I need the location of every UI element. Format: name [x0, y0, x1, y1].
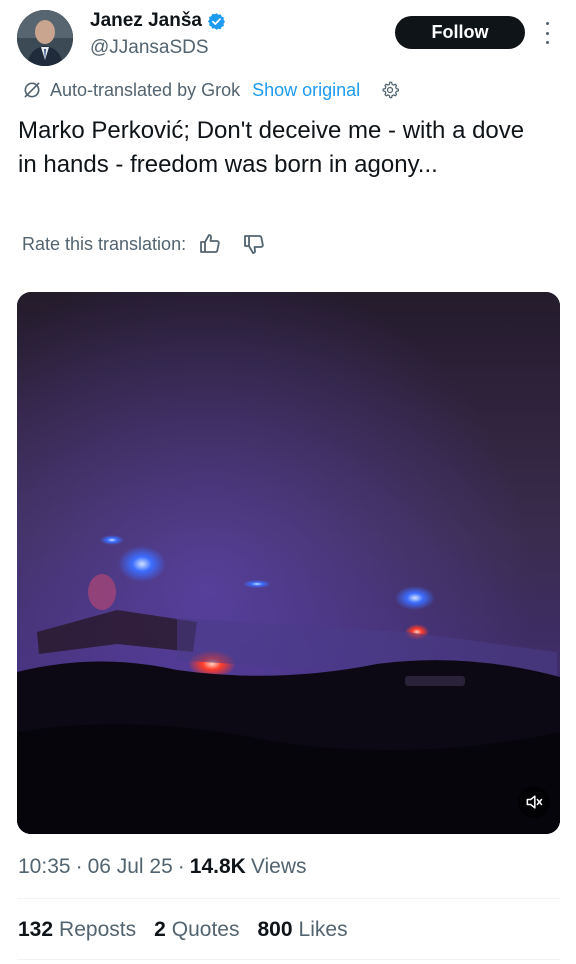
tweet-meta: 10:35 · 06 Jul 25 · 14.8K Views	[18, 855, 306, 879]
engagement-stats: 132 Reposts 2 Quotes 800 Likes	[18, 918, 366, 942]
views-count: 14.8K	[189, 855, 246, 878]
likes-label: Likes	[298, 918, 348, 941]
rate-translation-row: Rate this translation:	[22, 230, 266, 258]
verified-badge-icon	[207, 12, 226, 31]
follow-button[interactable]: Follow	[395, 16, 525, 49]
thumbs-up-icon[interactable]	[198, 232, 222, 256]
grok-icon	[24, 82, 40, 98]
gear-icon[interactable]	[380, 80, 400, 100]
auto-translated-label: Auto-translated by Grok	[50, 79, 241, 100]
reposts-label: Reposts	[59, 918, 137, 941]
avatar[interactable]	[17, 10, 73, 66]
tweet-header: Janez Janša @JJansaSDS Follow	[0, 0, 576, 70]
translation-bar: Auto-translated by Grok Show original	[22, 77, 400, 103]
views-label: Views	[250, 855, 307, 878]
show-original-link[interactable]: Show original	[252, 80, 360, 101]
divider	[17, 898, 560, 899]
thumbs-down-icon[interactable]	[242, 232, 266, 256]
separator-dot: ·	[75, 855, 83, 878]
tweet-time[interactable]: 10:35	[18, 855, 71, 879]
reposts-count: 132	[18, 918, 54, 941]
author-name-row: Janez Janša	[90, 10, 226, 32]
mute-icon[interactable]	[518, 786, 550, 818]
quotes-count: 2	[154, 918, 166, 941]
reposts-stat[interactable]: 132 Reposts	[18, 918, 136, 942]
rate-translation-label: Rate this translation:	[22, 233, 187, 254]
separator-dot: ·	[177, 855, 185, 878]
likes-stat[interactable]: 800 Likes	[258, 918, 348, 942]
video-frame	[17, 292, 560, 834]
likes-count: 800	[257, 918, 293, 941]
more-icon[interactable]	[540, 22, 554, 44]
author-name[interactable]: Janez Janša	[90, 10, 202, 32]
tweet-text: Marko Perković; Don't deceive me - with …	[18, 117, 525, 178]
quotes-label: Quotes	[171, 918, 240, 941]
tweet-video[interactable]	[17, 292, 560, 834]
divider	[17, 959, 560, 960]
quotes-stat[interactable]: 2 Quotes	[154, 918, 239, 942]
author-handle[interactable]: @JJansaSDS	[90, 37, 209, 59]
tweet-date[interactable]: 06 Jul 25	[88, 855, 173, 879]
